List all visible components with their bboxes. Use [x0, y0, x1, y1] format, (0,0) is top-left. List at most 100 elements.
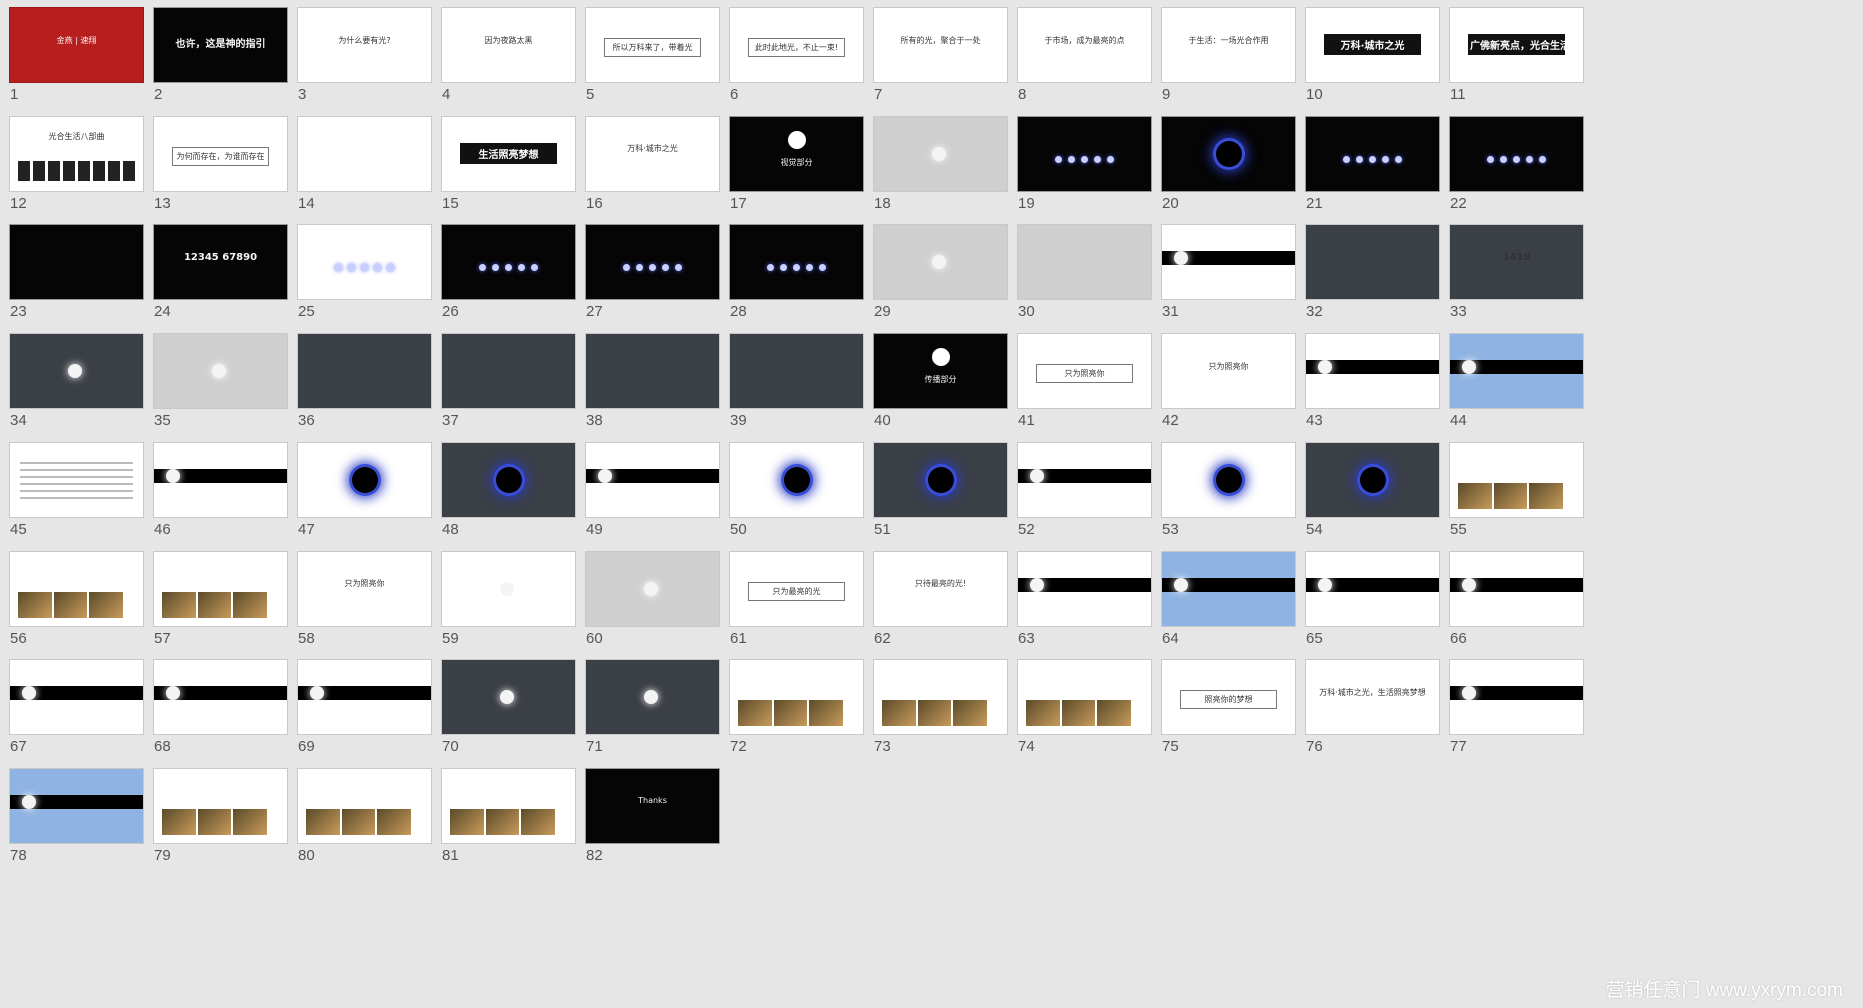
slide-thumbnail-cell: 视觉部分 17 [720, 109, 864, 221]
slide-thumbnail[interactable] [1449, 659, 1584, 736]
slide-number: 80 [298, 846, 315, 864]
moon-graphic [1462, 577, 1476, 592]
slide-thumbnail[interactable] [729, 441, 864, 518]
slide-thumbnail[interactable]: 传播部分 [873, 333, 1008, 410]
slide-thumbnail[interactable] [9, 441, 144, 518]
slide-thumbnail[interactable]: 生活照亮梦想 [441, 115, 576, 192]
slide-thumbnail[interactable]: 照亮你的梦想 [1161, 659, 1296, 736]
slide-thumbnail[interactable] [1449, 441, 1584, 518]
slide-thumbnail[interactable]: 万科·城市之光 [585, 115, 720, 192]
slide-thumbnail[interactable]: 只待最亮的光! [873, 550, 1008, 627]
slide-thumbnail[interactable] [9, 659, 144, 736]
slide-thumbnail[interactable] [1305, 224, 1440, 301]
slide-number: 60 [586, 629, 603, 647]
slide-number: 44 [1450, 412, 1467, 430]
slide-thumbnail[interactable] [1161, 550, 1296, 627]
slide-thumbnail[interactable]: 只为照亮你 [297, 550, 432, 627]
slide-thumbnail[interactable] [873, 659, 1008, 736]
slide-thumbnail[interactable] [153, 441, 288, 518]
slide-thumbnail[interactable] [1017, 659, 1152, 736]
slide-thumbnail[interactable] [153, 659, 288, 736]
dark-banner-band [1450, 686, 1583, 701]
slide-thumbnail-cell: 27 [576, 217, 720, 329]
slide-thumbnail[interactable]: 广佛新亮点，光合生活区 [1449, 7, 1584, 83]
slide-thumbnail[interactable] [1305, 441, 1440, 518]
slide-thumbnail[interactable] [441, 550, 576, 627]
slide-thumbnail[interactable]: 1419 [1449, 224, 1584, 301]
slide-thumbnail[interactable] [1305, 333, 1440, 410]
slide-thumbnail[interactable] [153, 550, 288, 627]
slide-thumbnail[interactable] [1017, 115, 1152, 192]
slide-thumbnail[interactable]: 所有的光，聚合于一处 [873, 7, 1008, 83]
orb-sequence [442, 256, 575, 275]
slide-thumbnail[interactable] [729, 224, 864, 301]
slide-thumbnail[interactable] [441, 767, 576, 844]
slide-thumbnail[interactable] [873, 441, 1008, 518]
slide-thumbnail[interactable] [1449, 333, 1584, 410]
slide-thumbnail[interactable] [1017, 224, 1152, 301]
slide-thumbnail[interactable] [297, 115, 432, 192]
slide-number: 69 [298, 738, 315, 756]
slide-thumbnail[interactable]: 只为照亮你 [1017, 333, 1152, 410]
slide-thumbnail[interactable]: 12345 67890 [153, 224, 288, 301]
slide-thumbnail[interactable] [1305, 550, 1440, 627]
slide-thumbnail[interactable]: 光合生活八部曲 [9, 115, 144, 192]
slide-thumbnail[interactable] [441, 441, 576, 518]
slide-thumbnail[interactable] [1017, 550, 1152, 627]
moon-graphic [1462, 360, 1476, 375]
slide-thumbnail[interactable] [585, 441, 720, 518]
slide-thumbnail[interactable] [297, 333, 432, 410]
slide-thumbnail[interactable] [9, 550, 144, 627]
slide-thumbnail[interactable] [729, 659, 864, 736]
slide-thumbnail[interactable] [297, 659, 432, 736]
slide-thumbnail[interactable]: 于生活：一场光合作用 [1161, 7, 1296, 83]
slide-thumbnail[interactable] [441, 224, 576, 301]
slide-thumbnail[interactable] [1449, 550, 1584, 627]
slide-thumbnail[interactable] [1449, 115, 1584, 192]
slide-thumbnail[interactable] [585, 333, 720, 410]
slide-thumbnail[interactable] [153, 333, 288, 410]
slide-thumbnail[interactable] [1017, 441, 1152, 518]
slide-thumbnail[interactable]: 万科·城市之光，生活照亮梦想 [1305, 659, 1440, 736]
slide-thumbnail[interactable] [1161, 115, 1296, 192]
slide-thumbnail[interactable] [9, 224, 144, 301]
slide-thumbnail[interactable]: 此时此地光，不止一束! [729, 7, 864, 83]
slide-thumbnail[interactable] [1161, 441, 1296, 518]
slide-thumbnail-cell: 传播部分 40 [864, 326, 1008, 438]
slide-thumbnail[interactable]: 于市场，成为最亮的点 [1017, 7, 1152, 83]
slide-thumbnail[interactable]: 因为夜路太黑 [441, 7, 576, 83]
slide-thumbnail[interactable]: 所以万科来了，带着光 [585, 7, 720, 83]
slide-thumbnail[interactable]: Thanks [585, 767, 720, 844]
slide-thumbnail[interactable]: 为什么要有光? [297, 7, 432, 83]
slide-thumbnail[interactable] [441, 333, 576, 410]
slide-thumbnail[interactable] [297, 441, 432, 518]
slide-thumbnail[interactable]: 万科·城市之光 [1305, 7, 1440, 83]
slide-thumbnail[interactable] [585, 550, 720, 627]
slide-number: 27 [586, 303, 603, 321]
slide-thumbnail[interactable] [729, 333, 864, 410]
slide-thumbnail[interactable] [585, 659, 720, 736]
slide-thumbnail[interactable] [585, 224, 720, 301]
slide-thumbnail[interactable]: 只为最亮的光 [729, 550, 864, 627]
photo-strip [1458, 482, 1564, 509]
slide-thumbnail[interactable]: 金燕 | 速翔 [9, 7, 144, 83]
slide-thumbnail[interactable] [873, 115, 1008, 192]
slide-thumbnail[interactable]: 只为照亮你 [1161, 333, 1296, 410]
slide-thumbnail[interactable] [1161, 224, 1296, 301]
slide-thumbnail[interactable] [297, 767, 432, 844]
slide-thumbnail[interactable]: 视觉部分 [729, 115, 864, 192]
slide-thumbnail[interactable] [9, 333, 144, 410]
slide-thumbnail[interactable] [873, 224, 1008, 301]
slide-number: 19 [1018, 194, 1035, 212]
slide-thumbnail[interactable]: 为何而存在，为谁而存在 [153, 115, 288, 192]
slide-title: 万科·城市之光 [1324, 34, 1421, 55]
slide-thumbnail[interactable] [297, 224, 432, 301]
slide-thumbnail[interactable] [1305, 115, 1440, 192]
slide-thumbnail[interactable] [9, 767, 144, 844]
slide-thumbnail[interactable] [441, 659, 576, 736]
slide-thumbnail-cell: 60 [576, 544, 720, 656]
slide-thumbnail[interactable] [153, 767, 288, 844]
slide-thumbnail[interactable]: 也许，这是神的指引 [153, 7, 288, 83]
slide-number: 26 [442, 303, 459, 321]
slide-thumbnail-cell: 20 [1152, 109, 1296, 221]
